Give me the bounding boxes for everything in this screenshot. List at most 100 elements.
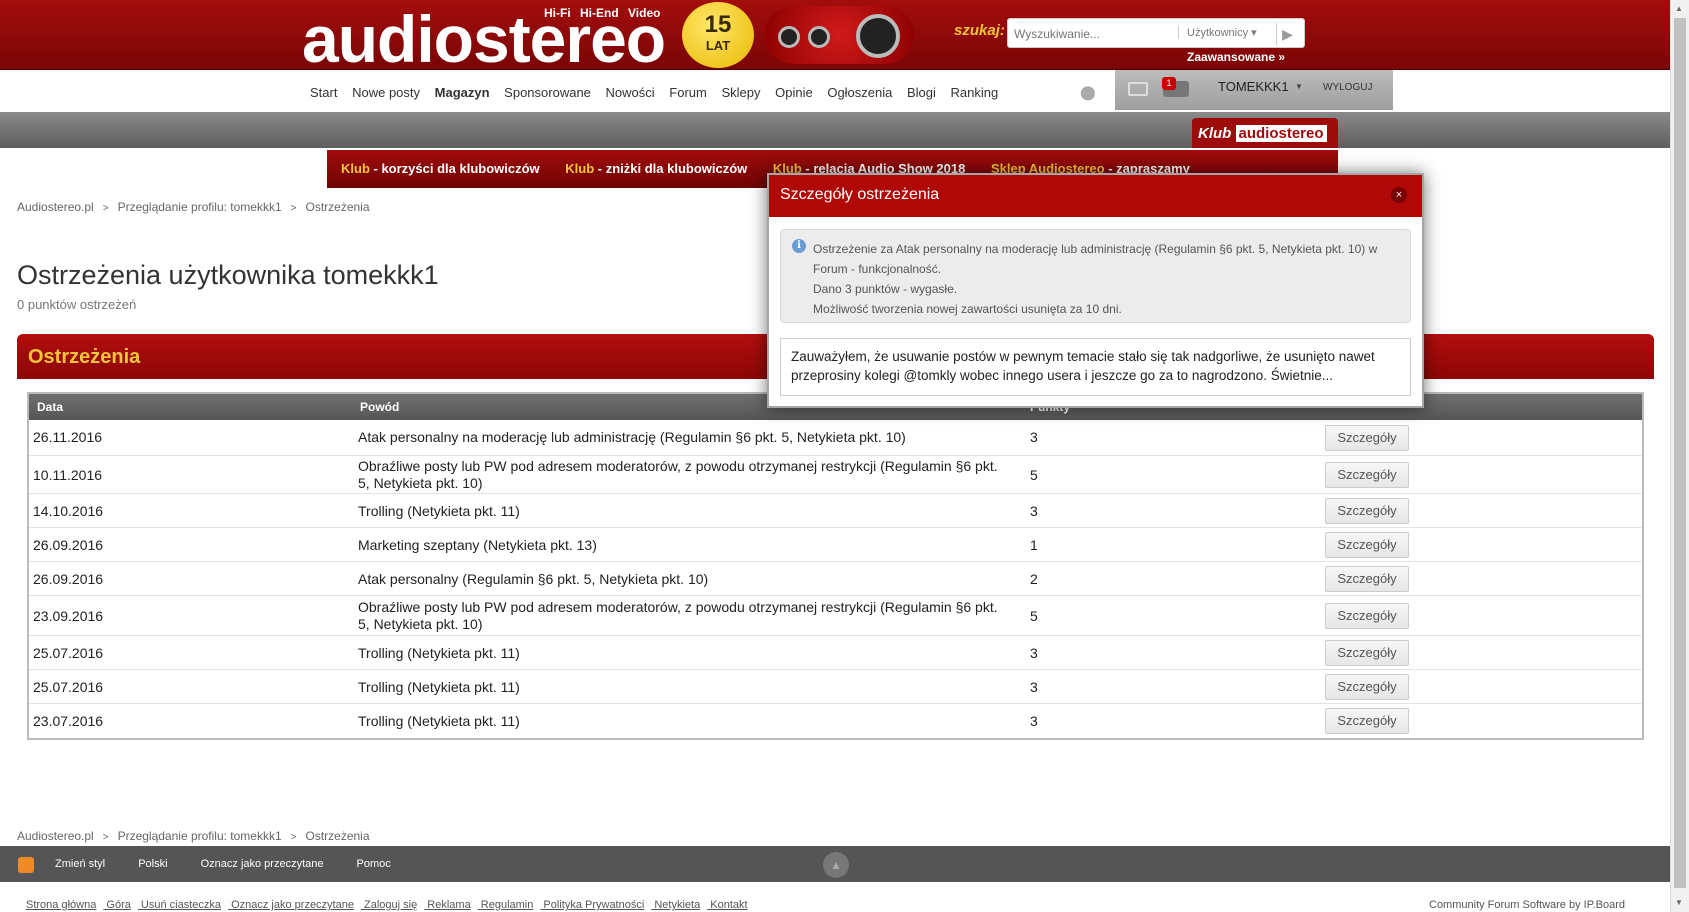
table-row: 23.07.2016 Trolling (Netykieta pkt. 11) …: [29, 704, 1642, 738]
rss-icon[interactable]: [18, 857, 34, 873]
nav-start[interactable]: Start: [310, 85, 337, 100]
row-points: 3: [1030, 713, 1038, 729]
row-reason: Obraźliwe posty lub PW pod adresem moder…: [358, 599, 998, 632]
row-points: 3: [1030, 679, 1038, 695]
info-line-restriction: Możliwość tworzenia nowej zawartości usu…: [813, 302, 1122, 316]
bottom-link[interactable]: Oznacz jako przeczytane: [231, 899, 354, 911]
bottom-link[interactable]: Strona główna: [26, 899, 96, 911]
nav-new-posts[interactable]: Nowe posty: [352, 85, 420, 100]
nav-shops[interactable]: Sklepy: [721, 85, 760, 100]
mark-read-link[interactable]: Oznacz jako przeczytane: [201, 858, 324, 870]
warning-message-box: Zauważyłem, że usuwanie postów w pewnym …: [780, 338, 1411, 396]
nav-sponsored[interactable]: Sponsorowane: [504, 85, 591, 100]
page-title: Ostrzeżenia użytkownika tomekkk1: [17, 260, 439, 290]
row-date: 25.07.2016: [33, 645, 104, 661]
language-link[interactable]: Polski: [138, 858, 167, 870]
bottom-links: Strona główna Góra Usuń ciasteczka Oznac…: [26, 899, 755, 911]
footer-links: Zmień styl Polski Oznacz jako przeczytan…: [55, 858, 421, 870]
chevron-down-icon[interactable]: ▼: [1295, 82, 1303, 91]
help-link[interactable]: Pomoc: [357, 858, 391, 870]
nav-blogs[interactable]: Blogi: [907, 85, 936, 100]
bottom-link[interactable]: Reklama: [427, 899, 470, 911]
nav-news[interactable]: Nowości: [606, 85, 655, 100]
close-icon[interactable]: ×: [1391, 187, 1407, 203]
row-points: 2: [1030, 571, 1038, 587]
breadcrumb-current: Ostrzeżenia: [305, 200, 370, 214]
row-date: 23.09.2016: [33, 608, 104, 624]
bottom-link[interactable]: Kontakt: [710, 899, 747, 911]
mail-icon[interactable]: [1128, 82, 1148, 96]
details-button[interactable]: Szczegóły: [1325, 708, 1409, 734]
promo-text: - korzyści dla klubowiczów: [369, 161, 540, 176]
details-button[interactable]: Szczegóły: [1325, 566, 1409, 592]
search-submit-icon[interactable]: ▶: [1276, 23, 1298, 45]
row-reason: Obraźliwe posty lub PW pod adresem moder…: [358, 458, 998, 491]
table-row: 25.07.2016 Trolling (Netykieta pkt. 11) …: [29, 670, 1642, 704]
bottom-link[interactable]: Polityka Prywatności: [543, 899, 644, 911]
row-points: 5: [1030, 608, 1038, 624]
scroll-down-arrow-icon[interactable]: ▼: [1675, 898, 1683, 907]
bottom-link[interactable]: Zaloguj się: [364, 899, 417, 911]
row-reason: Trolling (Netykieta pkt. 11): [358, 679, 520, 695]
nav-magazine[interactable]: Magazyn: [435, 85, 490, 100]
logout-link[interactable]: WYLOGUJ: [1323, 82, 1372, 93]
row-reason: Trolling (Netykieta pkt. 11): [358, 645, 520, 661]
header-date: Data: [37, 400, 64, 414]
details-button[interactable]: Szczegóły: [1325, 532, 1409, 558]
promo-link[interactable]: Klub - korzyści dla klubowiczów: [341, 161, 540, 176]
row-reason: Marketing szeptany (Netykieta pkt. 13): [358, 537, 597, 553]
nav-ranking[interactable]: Ranking: [951, 85, 999, 100]
advanced-search-link[interactable]: Zaawansowane »: [1187, 50, 1285, 64]
breadcrumb-home[interactable]: Audiostereo.pl: [17, 829, 94, 843]
table-row: 25.07.2016 Trolling (Netykieta pkt. 11) …: [29, 636, 1642, 670]
bottom-link[interactable]: Usuń ciasteczka: [141, 899, 221, 911]
info-icon: i: [792, 239, 806, 253]
row-date: 26.09.2016: [33, 537, 104, 553]
scroll-top-icon[interactable]: ▲: [823, 852, 849, 878]
bottom-link[interactable]: Netykieta: [654, 899, 700, 911]
search-input[interactable]: [1014, 24, 1178, 44]
row-date: 25.07.2016: [33, 679, 104, 695]
speaker-icon: [808, 26, 830, 48]
bottom-link[interactable]: Regulamin: [481, 899, 534, 911]
breadcrumb-profile[interactable]: Przeglądanie profilu: tomekkk1: [118, 200, 282, 214]
nav-classifieds[interactable]: Ogłoszenia: [827, 85, 892, 100]
bottom-link[interactable]: Góra: [106, 899, 130, 911]
details-button[interactable]: Szczegóły: [1325, 640, 1409, 666]
details-button[interactable]: Szczegóły: [1325, 462, 1409, 488]
nav-forum[interactable]: Forum: [669, 85, 707, 100]
klub-logo[interactable]: Klub audiostereo: [1192, 118, 1338, 148]
details-button[interactable]: Szczegóły: [1325, 674, 1409, 700]
details-button[interactable]: Szczegóły: [1325, 498, 1409, 524]
breadcrumb-home[interactable]: Audiostereo.pl: [17, 200, 94, 214]
search-scope-dropdown[interactable]: Użytkownicy ▾: [1178, 26, 1257, 39]
table-row: 10.11.2016 Obraźliwe posty lub PW pod ad…: [29, 456, 1642, 494]
breadcrumb-profile[interactable]: Przeglądanie profilu: tomekkk1: [118, 829, 282, 843]
promo-link[interactable]: Klub - zniżki dla klubowiczów: [565, 161, 747, 176]
badge-number: 15: [704, 11, 732, 38]
row-points: 1: [1030, 537, 1038, 553]
warnings-table: Data Powód Punkty 26.11.2016 Atak person…: [27, 392, 1644, 740]
scroll-up-arrow-icon[interactable]: ▲: [1675, 4, 1683, 13]
row-points: 3: [1030, 503, 1038, 519]
scrollbar[interactable]: ▲ ▼: [1670, 0, 1689, 912]
warning-info-box: i Ostrzeżenie za Atak personalny na mode…: [780, 229, 1411, 323]
nav-reviews[interactable]: Opinie: [775, 85, 813, 100]
klub-logo-brand: audiostereo: [1235, 125, 1327, 142]
scroll-thumb[interactable]: [1674, 18, 1686, 888]
details-button[interactable]: Szczegóły: [1325, 425, 1409, 451]
row-reason: Trolling (Netykieta pkt. 11): [358, 713, 520, 729]
header-reason: Powód: [360, 400, 400, 414]
table-row: 26.09.2016 Atak personalny (Regulamin §6…: [29, 562, 1642, 596]
change-style-link[interactable]: Zmień styl: [55, 858, 105, 870]
footer-bar: Zmień styl Polski Oznacz jako przeczytan…: [0, 846, 1670, 882]
row-date: 26.09.2016: [33, 571, 104, 587]
username-menu[interactable]: TOMEKKK1: [1218, 79, 1289, 94]
row-points: 3: [1030, 429, 1038, 445]
location-pin-icon[interactable]: ⬤: [1080, 84, 1096, 100]
modal-title: Szczegóły ostrzeżenia: [780, 186, 940, 203]
powered-by[interactable]: Community Forum Software by IP.Board: [1429, 899, 1625, 911]
row-points: 3: [1030, 645, 1038, 661]
details-button[interactable]: Szczegóły: [1325, 603, 1409, 629]
row-reason: Atak personalny (Regulamin §6 pkt. 5, Ne…: [358, 571, 709, 587]
